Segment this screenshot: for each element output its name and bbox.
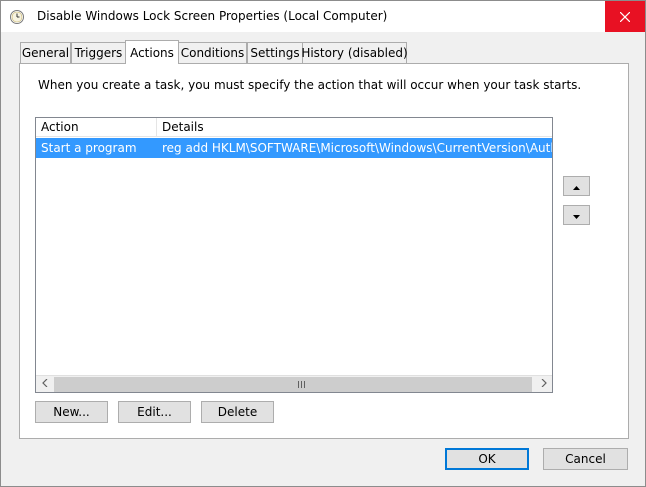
ok-button[interactable]: OK bbox=[445, 448, 529, 470]
tab-history[interactable]: History (disabled) bbox=[301, 42, 408, 63]
tab-conditions[interactable]: Conditions bbox=[178, 42, 247, 63]
clock-icon bbox=[9, 9, 25, 25]
actions-description: When you create a task, you must specify… bbox=[38, 78, 582, 92]
cancel-button[interactable]: Cancel bbox=[543, 448, 628, 470]
arrow-up-icon bbox=[573, 179, 580, 193]
column-header-action[interactable]: Action bbox=[36, 118, 156, 137]
horizontal-scrollbar[interactable] bbox=[36, 375, 552, 392]
tab-triggers[interactable]: Triggers bbox=[71, 42, 126, 63]
properties-dialog: Disable Windows Lock Screen Properties (… bbox=[0, 0, 646, 487]
tab-actions[interactable]: Actions bbox=[125, 40, 179, 64]
grip-icon bbox=[298, 381, 306, 388]
chevron-right-icon bbox=[541, 378, 547, 390]
title-bar[interactable]: Disable Windows Lock Screen Properties (… bbox=[1, 1, 645, 32]
column-header-details[interactable]: Details bbox=[157, 118, 552, 137]
new-button[interactable]: New... bbox=[35, 401, 108, 423]
tab-general[interactable]: General bbox=[20, 42, 71, 63]
arrow-down-icon bbox=[573, 208, 580, 222]
move-up-button[interactable] bbox=[563, 176, 590, 196]
list-header: Action Details bbox=[36, 118, 552, 137]
table-row[interactable]: Start a program reg add HKLM\SOFTWARE\Mi… bbox=[36, 138, 552, 158]
window-title: Disable Windows Lock Screen Properties (… bbox=[37, 9, 388, 23]
close-button[interactable] bbox=[605, 1, 645, 32]
tab-settings[interactable]: Settings bbox=[247, 42, 303, 63]
delete-button[interactable]: Delete bbox=[201, 401, 274, 423]
chevron-left-icon bbox=[41, 378, 48, 390]
scroll-right-button[interactable] bbox=[535, 376, 552, 392]
row-action: Start a program bbox=[41, 141, 137, 155]
row-details: reg add HKLM\SOFTWARE\Microsoft\Windows\… bbox=[162, 141, 552, 155]
edit-button[interactable]: Edit... bbox=[118, 401, 191, 423]
actions-list[interactable]: Action Details Start a program reg add H… bbox=[35, 117, 553, 393]
close-icon bbox=[620, 11, 630, 22]
scroll-thumb[interactable] bbox=[54, 377, 532, 392]
scroll-left-button[interactable] bbox=[36, 376, 53, 392]
move-down-button[interactable] bbox=[563, 205, 590, 225]
